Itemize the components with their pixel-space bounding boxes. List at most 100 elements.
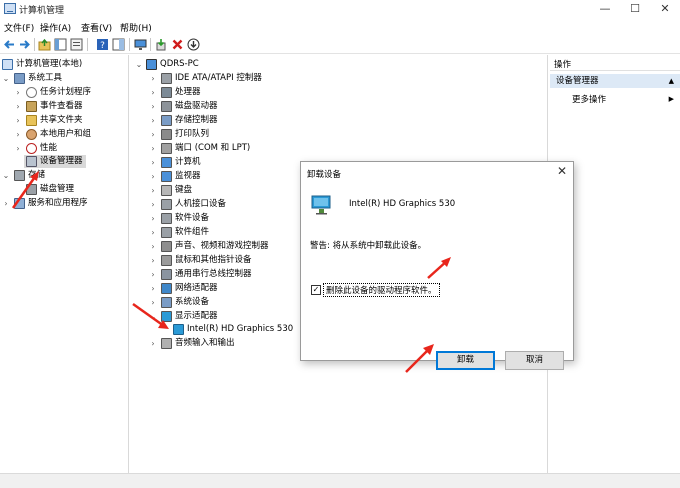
expand-chevron-icon[interactable]: ›: [149, 337, 157, 350]
users-icon: [26, 129, 37, 140]
event-log-icon: [26, 101, 37, 112]
tree-label: 服务和应用程序: [28, 198, 88, 208]
monitor-icon[interactable]: [134, 38, 147, 51]
expand-chevron-icon[interactable]: ›: [149, 100, 157, 113]
more-actions[interactable]: 更多操作: [572, 93, 606, 105]
device-manager-icon: [26, 156, 37, 167]
expand-chevron-icon[interactable]: ›: [149, 128, 157, 141]
expand-chevron-icon[interactable]: ›: [149, 198, 157, 211]
forward-arrow-icon[interactable]: [18, 38, 31, 51]
display-adapter-icon: [173, 324, 184, 335]
expand-chevron-icon[interactable]: ›: [149, 254, 157, 267]
console-tree-icon[interactable]: [54, 38, 67, 51]
tree-label: 共享文件夹: [40, 115, 83, 125]
expand-chevron-icon[interactable]: ›: [2, 197, 10, 210]
expand-chevron-icon[interactable]: ›: [149, 268, 157, 281]
download-circle-icon[interactable]: [187, 38, 200, 51]
expand-chevron-icon[interactable]: ›: [14, 142, 22, 155]
expand-chevron-icon[interactable]: ›: [14, 114, 22, 127]
tree-storage[interactable]: ⌄ 存储: [2, 169, 128, 182]
actions-section-device-manager[interactable]: 设备管理器 ▲: [550, 74, 680, 88]
dialog-close-button[interactable]: ✕: [557, 164, 567, 178]
expand-chevron-icon[interactable]: ›: [149, 170, 157, 183]
tree-root[interactable]: 计算机管理(本地): [2, 58, 128, 71]
tree-device-manager[interactable]: 设备管理器: [24, 155, 86, 168]
expand-chevron-icon[interactable]: ›: [149, 212, 157, 225]
device-category[interactable]: › 端口 (COM 和 LPT): [149, 142, 409, 155]
expand-chevron-icon[interactable]: ›: [149, 226, 157, 239]
expand-chevron-icon[interactable]: ›: [149, 296, 157, 309]
expand-chevron-icon[interactable]: ›: [149, 156, 157, 169]
toolbar-separator: [150, 38, 151, 51]
processor-icon: [161, 87, 172, 98]
uninstall-x-icon[interactable]: [171, 38, 184, 51]
actions-section-label: 设备管理器: [556, 76, 599, 86]
tree-label: 本地用户和组: [40, 129, 92, 139]
expand-chevron-icon[interactable]: ›: [149, 114, 157, 127]
menu-file[interactable]: 文件(F): [4, 21, 34, 34]
back-arrow-icon[interactable]: [3, 38, 16, 51]
hid-icon: [161, 199, 172, 210]
collapse-triangle-icon[interactable]: ▲: [669, 74, 674, 88]
show-hide-icon[interactable]: [112, 38, 125, 51]
tree-performance[interactable]: › 性能: [14, 142, 128, 155]
tree-task-scheduler[interactable]: › 任务计划程序: [14, 86, 128, 99]
delete-driver-checkbox-label[interactable]: 删除此设备的驱动程序软件。: [323, 283, 440, 297]
device-category[interactable]: › IDE ATA/ATAPI 控制器: [149, 72, 409, 85]
device-tree-root[interactable]: ⌄ QDRS-PC: [135, 58, 335, 71]
cancel-button[interactable]: 取消: [505, 351, 564, 370]
dialog-title: 卸载设备: [307, 170, 342, 180]
update-driver-icon[interactable]: [155, 38, 168, 51]
expand-chevron-icon[interactable]: ›: [14, 100, 22, 113]
uninstall-button[interactable]: 卸载: [436, 351, 495, 370]
expand-chevron-icon[interactable]: ›: [149, 240, 157, 253]
expand-chevron-icon[interactable]: ›: [149, 142, 157, 155]
tree-shared-folders[interactable]: › 共享文件夹: [14, 114, 128, 127]
monitor-icon: [161, 171, 172, 182]
collapse-chevron-icon[interactable]: ⌄: [2, 169, 10, 182]
collapse-chevron-icon[interactable]: ⌄: [2, 72, 10, 85]
delete-driver-checkbox[interactable]: ✓: [311, 285, 321, 295]
device-category-label: 存储控制器: [175, 115, 218, 125]
tree-label: 磁盘管理: [40, 184, 75, 194]
menu-view[interactable]: 查看(V): [81, 21, 112, 34]
close-button[interactable]: ✕: [650, 0, 680, 18]
device-category[interactable]: › 磁盘驱动器: [149, 100, 409, 113]
minimize-button[interactable]: —: [590, 0, 620, 18]
device-category[interactable]: › 打印队列: [149, 128, 409, 141]
collapse-chevron-icon[interactable]: ⌄: [149, 310, 157, 323]
tree-system-tools[interactable]: ⌄ 系统工具: [2, 72, 128, 85]
tree-local-users[interactable]: › 本地用户和组: [14, 128, 128, 141]
expand-chevron-icon[interactable]: ›: [149, 72, 157, 85]
toolbar-separator: [87, 38, 88, 51]
menu-action[interactable]: 操作(A): [40, 21, 71, 34]
usb-icon: [161, 269, 172, 280]
tree-label: 事件查看器: [40, 101, 83, 111]
submenu-triangle-icon[interactable]: ▶: [669, 95, 674, 103]
collapse-chevron-icon[interactable]: ⌄: [135, 58, 143, 71]
device-category-label: 显示适配器: [175, 311, 218, 321]
expand-chevron-icon[interactable]: ›: [149, 86, 157, 99]
properties-icon[interactable]: [70, 38, 83, 51]
expand-chevron-icon[interactable]: ›: [14, 128, 22, 141]
menu-help[interactable]: 帮助(H): [120, 21, 152, 34]
help-icon[interactable]: ?: [96, 38, 109, 51]
tree-services-apps[interactable]: › 服务和应用程序: [2, 197, 128, 210]
toolbar-separator: [34, 38, 35, 51]
sound-icon: [161, 241, 172, 252]
expand-chevron-icon[interactable]: ›: [14, 86, 22, 99]
maximize-button[interactable]: ☐: [620, 0, 650, 18]
tree-event-viewer[interactable]: › 事件查看器: [14, 100, 128, 113]
expand-chevron-icon[interactable]: ›: [149, 184, 157, 197]
up-folder-icon[interactable]: [38, 38, 51, 51]
tree-disk-management[interactable]: 磁盘管理: [26, 183, 128, 196]
disk-icon: [26, 184, 37, 195]
expand-chevron-icon[interactable]: ›: [149, 282, 157, 295]
device-category[interactable]: › 存储控制器: [149, 114, 409, 127]
window-title: 计算机管理: [19, 6, 65, 16]
network-adapter-icon: [161, 283, 172, 294]
dialog-device-name: Intel(R) HD Graphics 530: [349, 199, 456, 209]
printer-icon: [161, 129, 172, 140]
device-category-label: 磁盘驱动器: [175, 101, 218, 111]
device-category[interactable]: › 处理器: [149, 86, 409, 99]
